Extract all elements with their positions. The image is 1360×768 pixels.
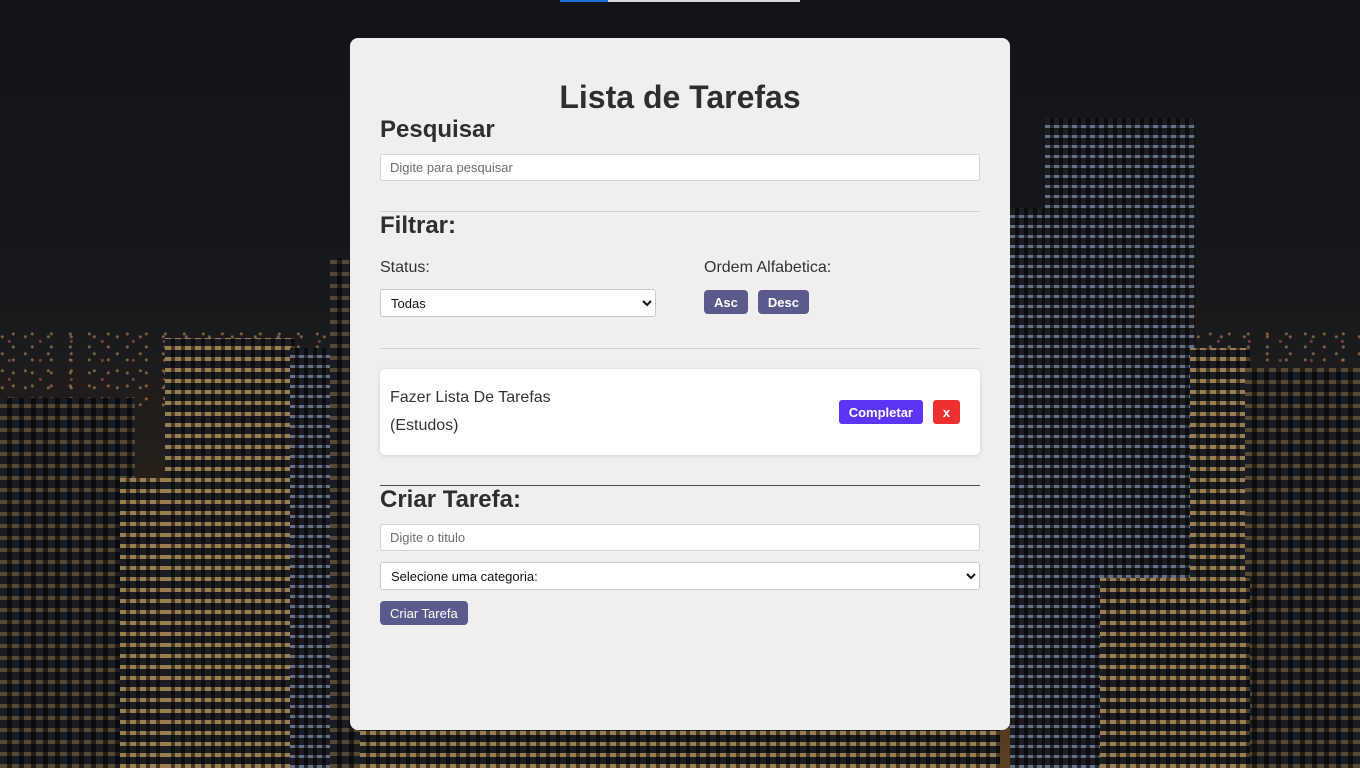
building	[0, 398, 135, 768]
filter-controls: Status: Todas Ordem Alfabetica: Asc Desc	[380, 258, 980, 317]
sort-desc-button[interactable]: Desc	[757, 290, 809, 314]
status-filter-group: Status: Todas	[380, 258, 704, 317]
sort-filter-label: Ordem Alfabetica:	[704, 259, 832, 276]
building	[165, 338, 295, 768]
todo-actions: Completar x	[838, 400, 960, 424]
todo-category: (Estudos)	[390, 417, 459, 434]
building	[1010, 208, 1050, 768]
status-filter-label: Status:	[380, 259, 430, 276]
sort-buttons: Asc Desc	[704, 290, 831, 314]
task-category-select[interactable]: Selecione uma categoria:	[380, 562, 980, 590]
filter-heading: Filtrar:	[380, 212, 457, 239]
todo-title: Fazer Lista De Tarefas	[390, 389, 551, 406]
sort-filter-group: Ordem Alfabetica: Asc Desc	[704, 258, 831, 317]
todo-item: Fazer Lista De Tarefas (Estudos) Complet…	[380, 369, 980, 455]
status-filter-select[interactable]: Todas	[380, 289, 656, 317]
search-input[interactable]	[380, 154, 980, 181]
sort-asc-button[interactable]: Asc	[704, 290, 748, 314]
top-loading-bar-progress	[560, 0, 608, 2]
create-task-heading: Criar Tarefa:	[380, 486, 521, 513]
todo-app-card: Lista de Tarefas Pesquisar Filtrar: Stat…	[350, 38, 1010, 730]
complete-task-button[interactable]: Completar	[838, 400, 923, 424]
task-title-input[interactable]	[380, 524, 980, 551]
building	[1100, 578, 1250, 768]
create-task-button[interactable]: Criar Tarefa	[380, 601, 468, 625]
remove-task-button[interactable]: x	[933, 400, 960, 424]
top-loading-bar	[560, 0, 800, 2]
search-heading: Pesquisar	[380, 116, 495, 143]
page-title: Lista de Tarefas	[559, 79, 801, 115]
building	[360, 728, 1000, 768]
divider	[380, 348, 980, 349]
building	[1245, 368, 1360, 768]
todo-content: Fazer Lista De Tarefas (Estudos)	[390, 384, 551, 440]
